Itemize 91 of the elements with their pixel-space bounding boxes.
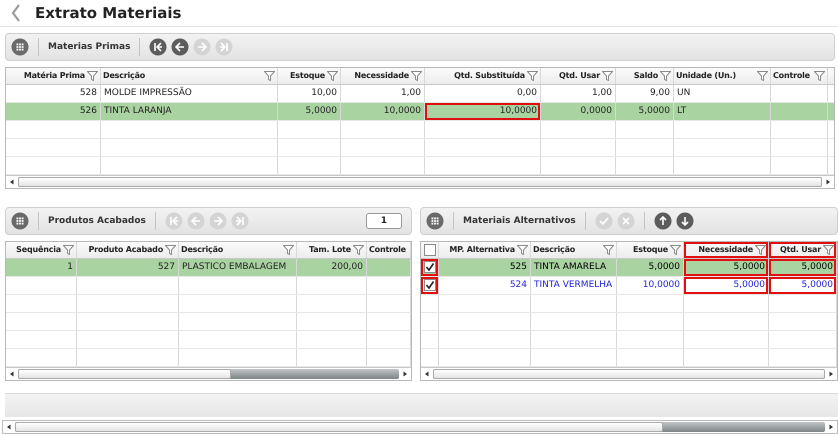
table-cell: 10,0000 <box>642 280 680 290</box>
table-row[interactable]: 524 TINTA VERMELHA 10,0000 5,0000 5,0000 <box>421 276 837 295</box>
horizontal-scrollbar[interactable] <box>6 366 411 380</box>
table-cell: 1,00 <box>592 88 612 98</box>
table-cell: 0,0000 <box>580 106 612 116</box>
column-header[interactable]: Necessidade <box>684 242 769 258</box>
filter-icon[interactable] <box>165 244 176 255</box>
column-header[interactable]: Necessidade <box>341 68 425 84</box>
move-down-button[interactable] <box>676 212 694 230</box>
filter-icon[interactable] <box>353 244 364 255</box>
table-cell: 5,0000 <box>306 106 337 116</box>
table-cell: 10,0000 <box>384 106 421 116</box>
panel-title: Materiais Alternativos <box>463 216 576 226</box>
previous-button[interactable] <box>171 38 190 56</box>
column-header[interactable]: Descrição <box>101 68 278 84</box>
grid-menu-icon[interactable] <box>11 212 29 230</box>
table-cell: 200,00 <box>332 262 363 272</box>
checkbox[interactable] <box>424 244 436 256</box>
filter-icon[interactable] <box>670 244 681 255</box>
filter-icon[interactable] <box>603 244 614 255</box>
filter-icon[interactable] <box>411 70 422 81</box>
table-cell: 0,00 <box>516 88 537 98</box>
page-number-field[interactable]: 1 <box>366 212 402 229</box>
filter-icon[interactable] <box>283 244 294 255</box>
table-cell: 5,0000 <box>802 262 833 272</box>
table-row[interactable]: 525 TINTA AMARELA 5,0000 5,0000 5,0000 <box>421 258 837 277</box>
checkbox[interactable] <box>424 261 436 274</box>
table-cell: UN <box>677 88 690 98</box>
column-header[interactable]: Tam. Lote <box>297 242 367 258</box>
column-header[interactable]: Unidade (Un.) <box>674 68 771 84</box>
page-title: Extrato Materiais <box>35 4 182 22</box>
panel-title: Produtos Acabados <box>48 216 146 226</box>
horizontal-scrollbar[interactable] <box>421 366 837 380</box>
table-cell: 528 <box>80 88 97 98</box>
grid-menu-icon[interactable] <box>11 38 29 56</box>
table-cell: PLASTICO EMBALAGEM <box>182 262 286 272</box>
table-cell: TINTA VERMELHA <box>534 280 612 290</box>
checkbox[interactable] <box>424 279 436 292</box>
table-cell: 526 <box>80 106 97 116</box>
column-header[interactable]: Produto Acabado <box>77 242 179 258</box>
table-row[interactable]: 526 TINTA LARANJA 5,0000 10,0000 10,0000 0,0000 5,0000 LT <box>6 102 834 121</box>
move-up-button[interactable] <box>654 212 672 230</box>
table-cell: TINTA LARANJA <box>104 106 172 116</box>
table-cell: 5,0000 <box>648 262 680 272</box>
table-cell: 525 <box>510 262 527 272</box>
table-cell: LT <box>677 106 686 116</box>
column-header[interactable]: Saldo <box>616 68 674 84</box>
table-cell: 527 <box>158 262 175 272</box>
filter-icon[interactable] <box>755 244 766 255</box>
filter-icon[interactable] <box>602 70 613 81</box>
column-header[interactable]: Descrição <box>179 242 297 258</box>
first-page-button[interactable] <box>149 38 168 56</box>
filter-icon[interactable] <box>63 244 74 255</box>
table-cell: 5,0000 <box>802 280 833 290</box>
filter-icon[interactable] <box>660 70 671 81</box>
back-icon[interactable] <box>11 4 21 22</box>
table-cell: MOLDE IMPRESSÃO <box>104 88 192 98</box>
column-header[interactable]: MP. Alternativa <box>439 242 531 258</box>
table-cell: 5,0000 <box>734 280 765 290</box>
column-header[interactable]: Controle <box>367 242 411 258</box>
table-cell: 524 <box>510 280 527 290</box>
table-cell: 5,0000 <box>638 106 670 116</box>
filter-icon[interactable] <box>527 70 538 81</box>
filter-icon[interactable] <box>814 70 825 81</box>
column-header[interactable]: Sequência <box>6 242 77 258</box>
column-header[interactable]: Matéria Prima <box>6 68 101 84</box>
filter-icon[interactable] <box>327 70 338 81</box>
filter-icon[interactable] <box>757 70 768 81</box>
grid-menu-icon[interactable] <box>426 212 444 230</box>
table-cell: 10,00 <box>311 88 337 98</box>
table-cell: 10,0000 <box>500 106 537 116</box>
table-cell: 9,00 <box>650 88 670 98</box>
panel-title: Materias Primas <box>48 42 130 52</box>
table-cell: 5,0000 <box>734 262 765 272</box>
horizontal-scrollbar[interactable] <box>6 174 834 188</box>
column-header[interactable]: Qtd. Usar <box>769 242 837 258</box>
column-header[interactable]: Qtd. Substituída <box>425 68 541 84</box>
filter-icon[interactable] <box>517 244 528 255</box>
table-cell: TINTA AMARELA <box>534 262 606 272</box>
filter-icon[interactable] <box>87 70 98 81</box>
table-cell: 1,00 <box>400 88 421 98</box>
filter-icon[interactable] <box>823 244 834 255</box>
page-scrollbar[interactable] <box>2 420 838 434</box>
table-row[interactable]: 1 527 PLASTICO EMBALAGEM 200,00 <box>6 258 411 277</box>
filter-icon[interactable] <box>264 70 275 81</box>
table-cell: 1 <box>67 262 73 272</box>
column-header[interactable]: Estoque <box>617 242 684 258</box>
column-header[interactable]: Controle <box>771 68 828 84</box>
column-header[interactable]: Descrição <box>531 242 617 258</box>
column-header[interactable]: Estoque <box>278 68 341 84</box>
column-header[interactable]: Qtd. Usar <box>541 68 616 84</box>
